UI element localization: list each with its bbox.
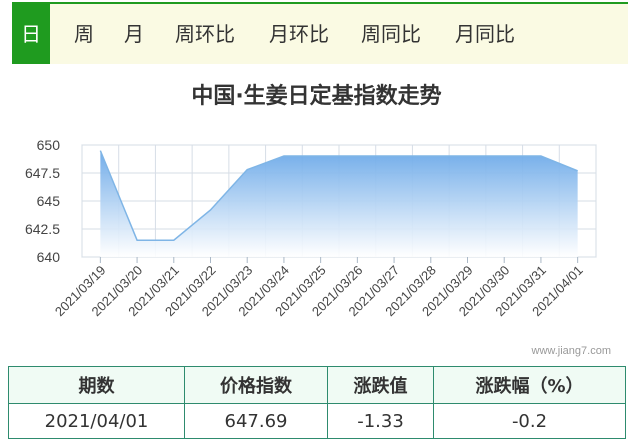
- data-point: [539, 154, 542, 157]
- data-point: [393, 154, 396, 157]
- data-point: [356, 154, 359, 157]
- y-tick-label: 645: [37, 193, 61, 209]
- watermark: www.jiang7.com: [531, 345, 611, 357]
- header-price-index: 价格指数: [184, 366, 328, 404]
- table-header-row: 期数 价格指数 涨跌值 涨跌幅（%）: [8, 366, 626, 404]
- data-point: [99, 149, 102, 152]
- cell-change-percent: -0.2: [433, 403, 626, 439]
- stats-table: 期数 价格指数 涨跌值 涨跌幅（%） 2021/04/01 647.69 -1.…: [8, 366, 626, 439]
- data-point: [136, 239, 139, 242]
- data-point: [282, 154, 285, 157]
- y-tick-label: 647.5: [25, 165, 60, 181]
- data-point: [246, 168, 249, 171]
- data-point: [503, 154, 506, 157]
- cell-period: 2021/04/01: [8, 403, 185, 439]
- header-change-percent: 涨跌幅（%）: [433, 366, 626, 404]
- table-row: 2021/04/01 647.69 -1.33 -0.2: [8, 403, 626, 439]
- cell-price-index: 647.69: [184, 403, 328, 439]
- data-point: [209, 208, 212, 211]
- data-point: [172, 239, 175, 242]
- header-change-value: 涨跌值: [327, 366, 434, 404]
- y-tick-label: 642.5: [25, 221, 60, 237]
- cell-change-value: -1.33: [327, 403, 434, 439]
- header-period: 期数: [8, 366, 185, 404]
- y-tick-label: 650: [37, 137, 61, 153]
- data-point: [319, 154, 322, 157]
- data-point: [466, 154, 469, 157]
- data-point: [429, 154, 432, 157]
- y-tick-label: 640: [37, 249, 61, 265]
- data-point: [576, 169, 579, 172]
